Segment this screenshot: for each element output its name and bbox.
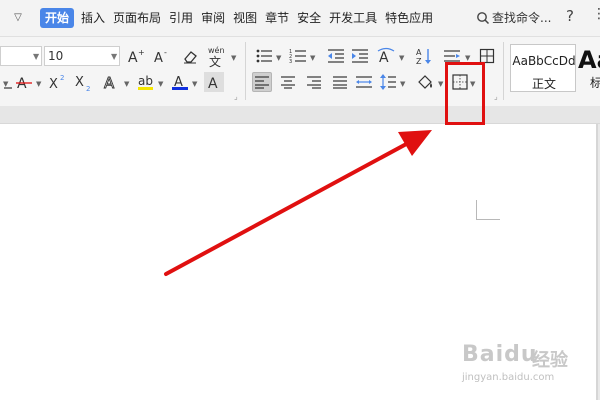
svg-text:文: 文	[209, 54, 221, 68]
svg-text:A: A	[379, 50, 389, 65]
font-size-caret-icon[interactable]: ▼	[111, 52, 117, 61]
svg-text:3: 3	[289, 59, 292, 64]
tab-review[interactable]: 审阅	[197, 8, 229, 28]
svg-text:ab: ab	[138, 74, 153, 88]
ribbon-separator	[245, 42, 246, 100]
character-shading-icon[interactable]: A	[204, 72, 224, 92]
shading-fill-icon[interactable]	[416, 72, 436, 92]
svg-text:A: A	[208, 76, 218, 91]
font-color-icon[interactable]: A	[170, 72, 190, 92]
svg-text:X: X	[75, 75, 84, 90]
shrink-font-icon[interactable]: A-	[152, 46, 172, 66]
tab-home[interactable]: 开始	[40, 8, 75, 28]
strikethrough-icon[interactable]: A	[14, 72, 34, 92]
style-heading-sample: Aa	[578, 46, 600, 74]
distributed-align-icon[interactable]	[354, 72, 374, 92]
tab-references[interactable]: 引用	[165, 8, 197, 28]
subscript-icon[interactable]: X2	[74, 72, 94, 92]
tab-page-layout[interactable]: 页面布局	[109, 8, 165, 28]
style-normal-sample: AaBbCcDd	[512, 54, 576, 68]
justify-icon[interactable]	[330, 72, 350, 92]
text-direction-caret-icon[interactable]: ▼	[399, 54, 404, 62]
font-color-caret-icon[interactable]: ▼	[192, 80, 197, 88]
svg-text:+: +	[138, 48, 145, 57]
line-spacing-icon[interactable]	[378, 72, 398, 92]
svg-text:X: X	[49, 77, 58, 91]
partial-caret-icon[interactable]: ▼	[3, 80, 8, 88]
font-name-caret-icon[interactable]: ▼	[33, 52, 39, 61]
watermark-brand: Baidu	[462, 342, 538, 367]
style-normal-name: 正文	[531, 77, 556, 91]
grow-font-icon[interactable]: A +	[126, 46, 146, 66]
highlight-box	[445, 62, 485, 125]
pinyin-caret-icon[interactable]: ▼	[231, 54, 236, 62]
font-size-dropdown[interactable]: 10	[44, 46, 120, 66]
text-effect-caret-icon[interactable]: ▼	[124, 80, 129, 88]
tab-special-apps[interactable]: 特色应用	[381, 8, 437, 28]
decrease-indent-icon[interactable]	[326, 46, 346, 66]
style-heading[interactable]: Aa 标	[578, 44, 600, 92]
page-margin-corner	[476, 200, 500, 220]
more-icon[interactable]: ⋮	[592, 6, 600, 22]
svg-text:2: 2	[86, 85, 90, 91]
svg-text:2: 2	[60, 74, 64, 82]
sort-icon[interactable]: AZ	[414, 46, 434, 66]
line-spacing-caret-icon[interactable]: ▼	[400, 80, 405, 88]
tab-chapter[interactable]: 章节	[261, 8, 293, 28]
numbered-list-caret-icon[interactable]: ▼	[310, 54, 315, 62]
align-right-icon[interactable]	[304, 72, 324, 92]
svg-text:A: A	[104, 74, 115, 91]
superscript-icon[interactable]: X2	[48, 72, 68, 92]
ribbon-tabs: 开始 插入 页面布局 引用 审阅 视图 章节 安全 开发工具 特色应用	[40, 8, 437, 28]
increase-indent-icon[interactable]	[350, 46, 370, 66]
numbered-list-icon[interactable]: 123	[288, 46, 308, 66]
svg-text:A: A	[154, 51, 163, 65]
style-normal[interactable]: AaBbCcDd 正文	[510, 44, 576, 92]
font-dialog-launcher-icon[interactable]: ⌟	[234, 92, 238, 101]
ribbon-separator	[503, 42, 504, 100]
menu-bar: ▽ 开始 插入 页面布局 引用 审阅 视图 章节 安全 开发工具 特色应用 查找…	[0, 0, 600, 36]
svg-text:-: -	[164, 48, 167, 57]
text-effect-icon[interactable]: A	[102, 72, 122, 92]
svg-text:A: A	[128, 50, 138, 65]
tab-view[interactable]: 视图	[229, 8, 261, 28]
highlight-color-caret-icon[interactable]: ▼	[158, 80, 163, 88]
align-center-icon[interactable]	[278, 72, 298, 92]
tab-developer[interactable]: 开发工具	[325, 8, 381, 28]
text-direction-icon[interactable]: A	[376, 46, 396, 66]
bullet-list-caret-icon[interactable]: ▼	[276, 54, 281, 62]
menu-collapse-icon[interactable]: ▽	[10, 10, 26, 26]
svg-text:Z: Z	[416, 57, 422, 65]
pinyin-label: wén	[208, 45, 225, 55]
highlight-color-icon[interactable]: ab	[136, 72, 156, 92]
tab-insert[interactable]: 插入	[77, 8, 109, 28]
align-left-icon[interactable]	[252, 72, 272, 92]
help-icon[interactable]: ?	[566, 7, 574, 25]
style-heading-name: 标	[590, 76, 600, 90]
bullet-list-icon[interactable]	[254, 46, 274, 66]
search-icon	[476, 11, 490, 25]
strikethrough-caret-icon[interactable]: ▼	[36, 80, 41, 88]
watermark-cn: 经验	[532, 350, 568, 371]
command-search[interactable]: 查找命令...	[476, 8, 551, 28]
tab-security[interactable]: 安全	[293, 8, 325, 28]
svg-text:A: A	[416, 48, 422, 57]
paragraph-dialog-launcher-icon[interactable]: ⌟	[494, 92, 498, 101]
shading-fill-caret-icon[interactable]: ▼	[438, 80, 443, 88]
search-label: 查找命令...	[492, 11, 552, 25]
line-spacing-wide-caret-icon[interactable]: ▼	[465, 54, 470, 62]
clear-format-icon[interactable]	[180, 46, 200, 66]
watermark-logo: Baidu 经验 jingyan.baidu.com	[460, 340, 590, 390]
ribbon-bottom-strip	[0, 106, 600, 124]
watermark-url: jingyan.baidu.com	[462, 372, 555, 383]
pinyin-guide-icon[interactable]: wén 文	[206, 44, 230, 68]
